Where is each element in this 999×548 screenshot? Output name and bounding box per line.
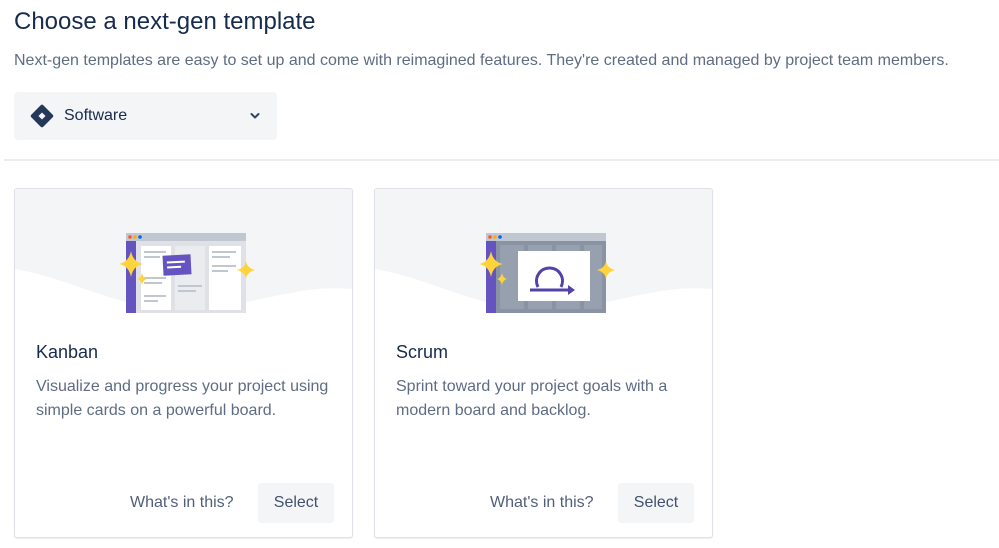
select-kanban-button[interactable]: Select <box>258 483 334 523</box>
template-card-scrum[interactable]: Scrum Sprint toward your project goals w… <box>374 188 713 538</box>
template-card-kanban[interactable]: Kanban Visualize and progress your proje… <box>14 188 353 538</box>
template-description: Visualize and progress your project usin… <box>36 378 329 419</box>
whats-in-this-link[interactable]: What's in this? <box>130 494 234 512</box>
template-description: Sprint toward your project goals with a … <box>396 378 668 419</box>
jira-software-diamond-icon <box>30 104 54 128</box>
scrum-sprint-illustration <box>375 189 712 313</box>
template-title: Kanban <box>36 342 99 362</box>
page-subtitle: Next-gen templates are easy to set up an… <box>14 52 949 69</box>
whats-in-this-link[interactable]: What's in this? <box>490 494 594 512</box>
kanban-board-illustration <box>15 189 352 313</box>
template-category-dropdown[interactable]: Software <box>14 92 277 140</box>
chevron-down-icon <box>250 113 260 119</box>
select-scrum-button[interactable]: Select <box>618 483 694 523</box>
dropdown-selected-value: Software <box>64 107 128 124</box>
section-divider <box>4 159 999 161</box>
template-title: Scrum <box>396 342 449 362</box>
page-title: Choose a next-gen template <box>14 8 316 35</box>
